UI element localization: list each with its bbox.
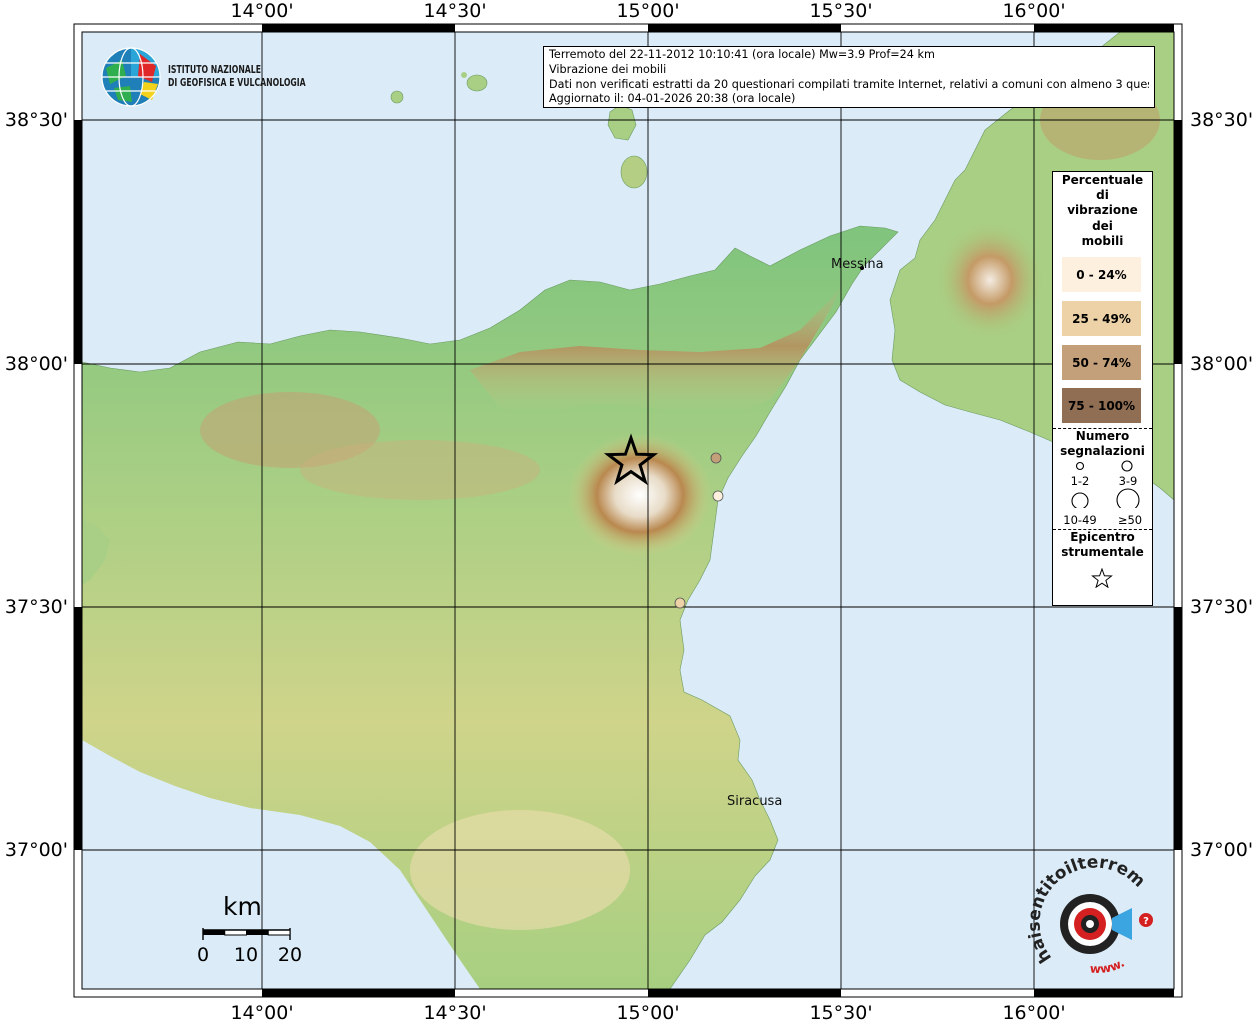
haisentito-logo-www: www. xyxy=(1089,956,1126,976)
size-label-3-9: 3-9 xyxy=(1118,474,1138,488)
legend-epicenter-heading: Epicentro strumentale xyxy=(1061,530,1144,560)
size-symbol-xlarge xyxy=(1116,488,1140,508)
legend-count-heading: Numero segnalazioni xyxy=(1060,429,1145,459)
island-filicudi xyxy=(466,74,488,92)
lon-label-bottom: 15°00' xyxy=(616,1002,680,1024)
lat-label-right: 37°00' xyxy=(1190,839,1254,861)
observation-point xyxy=(674,597,686,609)
legend-heading: Percentuale di vibrazione dei mobili xyxy=(1061,173,1144,248)
lat-label-right: 37°30' xyxy=(1190,596,1254,618)
aspromonte-mountains xyxy=(935,220,1045,340)
lat-label-left: 37°30' xyxy=(4,596,68,618)
lat-label-left: 37°00' xyxy=(4,839,68,861)
target-logo-icon: ? haisentitoilterremoto.it www. xyxy=(1022,843,1153,976)
lon-label-bottom: 15°30' xyxy=(809,1002,873,1024)
map-subject: Vibrazione dei mobili xyxy=(549,62,667,76)
svg-text:www.: www. xyxy=(1089,956,1126,976)
lon-label-bottom: 14°00' xyxy=(230,1002,294,1024)
lon-label-bottom: 16°00' xyxy=(1002,1002,1066,1024)
lat-label-right: 38°30' xyxy=(1190,109,1254,131)
size-label-1-2: 1-2 xyxy=(1070,474,1090,488)
epicenter-star-icon xyxy=(1091,568,1113,588)
haisentito-logo[interactable]: ? haisentitoilterremoto.it www. xyxy=(1022,843,1164,978)
iblei-highlands xyxy=(410,810,630,930)
place-label-messina: Messina xyxy=(831,257,884,272)
scale-unit: km xyxy=(223,892,262,921)
size-symbol-large xyxy=(1071,492,1089,508)
size-symbol-medium xyxy=(1121,460,1133,472)
event-title: Terremoto del 22-11-2012 10:10:41 (ora l… xyxy=(549,48,935,61)
scale-label-20: 20 xyxy=(277,944,303,966)
lat-label-left: 38°00' xyxy=(4,353,68,375)
lon-label-top: 15°30' xyxy=(809,0,873,22)
observation-point xyxy=(710,452,722,464)
island-alicudi xyxy=(390,90,404,104)
scale-label-10: 10 xyxy=(233,944,259,966)
lon-label-top: 14°00' xyxy=(230,0,294,22)
place-label-siracusa: Siracusa xyxy=(727,794,783,809)
ingv-logo: ISTITUTO NAZIONALE DI GEOFISICA E VULCAN… xyxy=(100,46,330,110)
ingv-logo-line1: ISTITUTO NAZIONALE xyxy=(168,64,262,76)
legend-class-75-100: 75 - 100% xyxy=(1062,388,1141,423)
lat-label-right: 38°00' xyxy=(1190,353,1254,375)
lon-label-top: 15°00' xyxy=(616,0,680,22)
scale-bar-graphic xyxy=(202,928,291,940)
updated-timestamp: Aggiornato il: 04-01-2026 20:38 (ora loc… xyxy=(549,92,796,106)
legend-class-25-49: 25 - 49% xyxy=(1062,301,1141,336)
size-label-10-49: 10-49 xyxy=(1063,513,1097,527)
svg-text:?: ? xyxy=(1143,916,1149,927)
observation-point xyxy=(712,490,724,502)
lat-label-left: 38°30' xyxy=(4,109,68,131)
ingv-logo-line2: DI GEOFISICA E VULCANOLOGIA xyxy=(168,77,306,89)
data-disclaimer: Dati non verificati estratti da 20 quest… xyxy=(549,77,1149,91)
lon-label-bottom: 14°30' xyxy=(423,1002,487,1024)
lon-label-top: 14°30' xyxy=(423,0,487,22)
legend: Percentuale di vibrazione dei mobili 0 -… xyxy=(1052,171,1153,606)
lon-label-top: 16°00' xyxy=(1002,0,1066,22)
legend-class-0-24: 0 - 24% xyxy=(1062,257,1141,292)
island-vulcano xyxy=(620,155,648,189)
legend-class-50-74: 50 - 74% xyxy=(1062,345,1141,380)
ingv-globe-icon xyxy=(101,47,161,107)
scale-bar: km 0 10 20 xyxy=(195,892,305,972)
size-symbol-small xyxy=(1075,461,1085,471)
etna-volcano xyxy=(568,433,712,557)
event-info-box: Terremoto del 22-11-2012 10:10:41 (ora l… xyxy=(543,46,1155,108)
scale-label-0: 0 xyxy=(196,944,210,966)
size-label-50-plus: ≥50 xyxy=(1117,513,1143,527)
